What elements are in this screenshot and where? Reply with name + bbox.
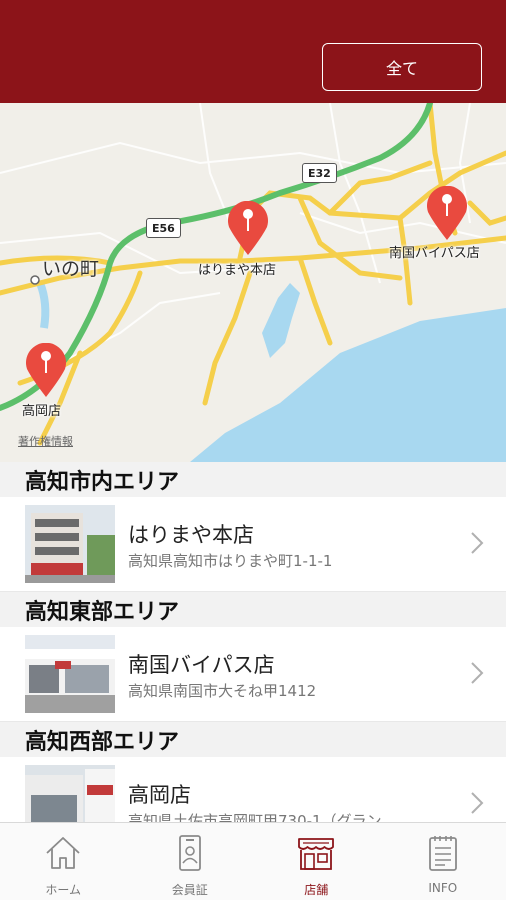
map-pin-icon[interactable]	[425, 186, 469, 242]
map-credit-link[interactable]: 著作権情報	[18, 433, 73, 449]
road-shield-e32: E32	[302, 163, 337, 183]
filter-all-button[interactable]: 全て	[322, 43, 482, 91]
map-pin-icon[interactable]	[24, 343, 68, 399]
map-pin-label: 南国バイパス店	[389, 246, 480, 261]
app-screen: 全て E32 E56 いの町 はりまや本店 南国バイパス店 高岡店 著作権情報 …	[0, 0, 506, 900]
store-address: 高知県南国市大そね甲1412	[128, 682, 317, 700]
section-header: 高知西部エリア	[0, 722, 506, 757]
member-card-icon	[178, 835, 201, 871]
tab-label: 店舗	[304, 883, 329, 897]
store-name: 南国バイパス店	[128, 653, 275, 677]
store-list[interactable]: 高知市内エリア はりまや本店 高知県高知市はりまや町1-1-1 高知東部エリア	[0, 462, 506, 822]
store-name: 高岡店	[128, 783, 191, 807]
town-marker-icon	[30, 275, 40, 285]
store-address: 高知県土佐市高岡町甲730-1（グラン	[128, 812, 382, 822]
chevron-right-icon	[471, 792, 484, 814]
chevron-right-icon	[471, 662, 484, 684]
tab-stores[interactable]: 店舗	[253, 823, 380, 900]
tab-bar: ホーム 会員証 店舗 INFO	[0, 822, 506, 900]
store-name: はりまや本店	[128, 523, 254, 547]
tab-info[interactable]: INFO	[380, 823, 506, 900]
store-row[interactable]: はりまや本店 高知県高知市はりまや町1-1-1	[0, 497, 506, 592]
home-icon	[46, 837, 80, 869]
section-header: 高知東部エリア	[0, 592, 506, 627]
store-address: 高知県高知市はりまや町1-1-1	[128, 552, 333, 570]
tab-label: ホーム	[45, 883, 82, 897]
map-canvas	[0, 103, 506, 462]
store-icon	[298, 838, 335, 870]
store-map[interactable]: E32 E56 いの町 はりまや本店 南国バイパス店 高岡店 著作権情報	[0, 103, 506, 462]
chevron-right-icon	[471, 532, 484, 554]
map-pin-label: はりまや本店	[198, 263, 277, 278]
store-photo	[25, 505, 115, 583]
tab-label: 会員証	[171, 883, 208, 897]
store-row[interactable]: 高岡店 高知県土佐市高岡町甲730-1（グラン	[0, 757, 506, 822]
header-bar: 全て	[0, 0, 506, 103]
road-shield-e56: E56	[146, 218, 181, 238]
town-label: いの町	[42, 258, 100, 280]
tab-label: INFO	[428, 881, 458, 895]
store-row[interactable]: 南国バイパス店 高知県南国市大そね甲1412	[0, 627, 506, 722]
store-photo	[25, 635, 115, 713]
store-photo	[25, 765, 115, 822]
map-pin-label: 高岡店	[22, 404, 62, 419]
tab-member-card[interactable]: 会員証	[127, 823, 254, 900]
info-icon	[428, 836, 457, 871]
tab-home[interactable]: ホーム	[0, 823, 127, 900]
section-header: 高知市内エリア	[0, 462, 506, 497]
map-pin-icon[interactable]	[226, 201, 270, 257]
